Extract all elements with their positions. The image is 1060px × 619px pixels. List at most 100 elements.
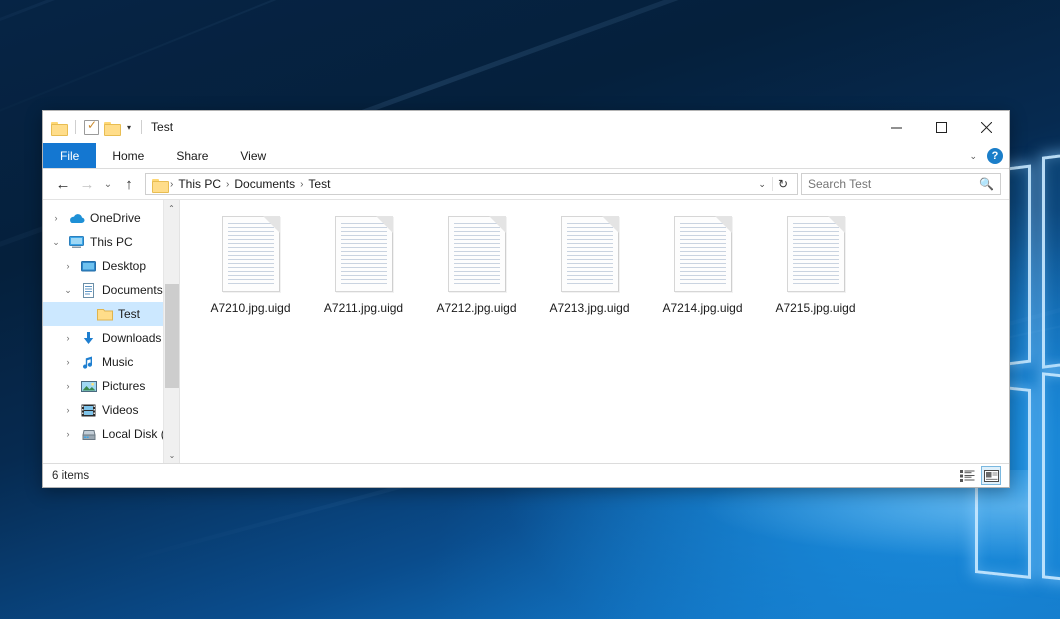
search-input[interactable] — [808, 177, 979, 191]
file-list-pane[interactable]: A7210.jpg.uigd A7211.jpg.uigd — [179, 200, 1009, 463]
address-bar[interactable]: › This PC › Documents › Test ⌄ ↻ — [145, 173, 798, 195]
file-item[interactable]: A7212.jpg.uigd — [420, 214, 533, 326]
document-icon — [787, 216, 845, 292]
file-name: A7212.jpg.uigd — [436, 301, 516, 315]
breadcrumb: › This PC › Documents › Test — [150, 177, 752, 191]
large-icons-view-button[interactable] — [981, 466, 1001, 485]
chevron-down-icon[interactable]: ⌄ — [969, 151, 977, 162]
sidebar-item-label: Test — [118, 307, 140, 321]
sidebar-item-downloads[interactable]: › Downloads — [43, 326, 179, 350]
chevron-down-icon[interactable]: ⌄ — [49, 237, 63, 248]
tab-share[interactable]: Share — [160, 143, 224, 168]
sidebar-scrollbar[interactable]: ⌃ ⌄ — [163, 200, 179, 463]
sidebar-item-label: Pictures — [102, 379, 145, 393]
file-name: A7211.jpg.uigd — [324, 301, 403, 315]
document-fold — [263, 216, 280, 233]
document-icon — [222, 216, 280, 292]
sidebar-item-label: Documents — [102, 283, 163, 297]
divider — [75, 120, 76, 134]
sidebar-item-test[interactable]: Test — [43, 302, 179, 326]
search-icon[interactable]: 🔍 — [979, 177, 994, 191]
chevron-right-icon[interactable]: › — [61, 429, 75, 439]
music-icon — [80, 354, 97, 370]
sidebar-item-onedrive[interactable]: › OneDrive — [43, 206, 179, 230]
file-item[interactable]: A7210.jpg.uigd — [194, 214, 307, 326]
help-icon[interactable]: ? — [987, 148, 1003, 164]
desktop: ▾ Test File Home Share View — [0, 0, 1060, 619]
quick-access-toolbar: ▾ — [43, 120, 145, 135]
sidebar-item-videos[interactable]: › Videos — [43, 398, 179, 422]
ribbon-right-controls: ⌄ ? — [969, 143, 1003, 169]
maximize-button[interactable] — [919, 111, 964, 143]
file-item[interactable]: A7211.jpg.uigd — [307, 214, 420, 326]
breadcrumb-item-test[interactable]: Test — [303, 177, 335, 191]
file-explorer-window: ▾ Test File Home Share View — [42, 110, 1010, 488]
recent-locations-button[interactable]: ⌄ — [99, 172, 117, 196]
chevron-down-icon[interactable]: ⌄ — [752, 179, 772, 190]
document-fold — [376, 216, 393, 233]
sidebar-item-desktop[interactable]: › Desktop — [43, 254, 179, 278]
sidebar-item-label: Music — [102, 355, 133, 369]
status-bar: 6 items — [43, 463, 1009, 487]
scroll-up-icon[interactable]: ⌃ — [164, 200, 179, 216]
chevron-right-icon[interactable]: › — [61, 261, 75, 271]
file-name: A7210.jpg.uigd — [210, 301, 290, 315]
window-controls — [874, 111, 1009, 143]
chevron-down-icon[interactable]: ▾ — [125, 123, 133, 132]
folder-icon[interactable] — [51, 121, 67, 134]
sidebar-item-local-disk[interactable]: › Local Disk (C:) — [43, 422, 179, 446]
sidebar-item-label: OneDrive — [90, 211, 141, 225]
sidebar-item-label: Desktop — [102, 259, 146, 273]
file-item[interactable]: A7214.jpg.uigd — [646, 214, 759, 326]
details-view-button[interactable] — [957, 466, 977, 485]
local-disk-icon — [80, 426, 97, 442]
document-icon — [335, 216, 393, 292]
minimize-button[interactable] — [874, 111, 919, 143]
desktop-icon — [80, 258, 97, 274]
breadcrumb-item-documents[interactable]: Documents — [229, 177, 300, 191]
scroll-down-icon[interactable]: ⌄ — [164, 447, 179, 463]
this-pc-icon — [68, 234, 85, 250]
chevron-right-icon[interactable]: › — [61, 381, 75, 391]
sidebar-item-label: This PC — [90, 235, 133, 249]
folder-icon[interactable] — [152, 178, 168, 191]
close-button[interactable] — [964, 111, 1009, 143]
document-fold — [489, 216, 506, 233]
document-icon — [561, 216, 619, 292]
sidebar-item-label: Videos — [102, 403, 138, 417]
chevron-right-icon[interactable]: › — [49, 213, 63, 223]
videos-icon — [80, 402, 97, 418]
tab-home[interactable]: Home — [96, 143, 160, 168]
scrollbar-thumb[interactable] — [165, 284, 179, 388]
sidebar-item-this-pc[interactable]: ⌄ This PC — [43, 230, 179, 254]
sidebar-item-music[interactable]: › Music — [43, 350, 179, 374]
tab-view[interactable]: View — [224, 143, 282, 168]
search-box[interactable]: 🔍 — [801, 173, 1001, 195]
chevron-right-icon[interactable]: › — [61, 333, 75, 343]
file-name: A7213.jpg.uigd — [549, 301, 629, 315]
document-icon — [448, 216, 506, 292]
item-count-label: 6 items — [52, 470, 89, 482]
chevron-right-icon[interactable]: › — [61, 357, 75, 367]
new-folder-icon[interactable] — [104, 121, 120, 134]
chevron-down-icon[interactable]: ⌄ — [61, 285, 75, 296]
navigation-pane: › OneDrive ⌄ This PC › — [43, 200, 179, 463]
breadcrumb-item-this-pc[interactable]: This PC — [173, 177, 226, 191]
sidebar-item-pictures[interactable]: › Pictures — [43, 374, 179, 398]
up-button[interactable]: ↑ — [117, 172, 141, 196]
sidebar-item-documents[interactable]: ⌄ Documents — [43, 278, 179, 302]
ribbon-tabs: File Home Share View ⌄ ? — [43, 143, 1009, 169]
back-button[interactable]: ← — [51, 172, 75, 196]
address-bar-controls: ⌄ ↻ — [752, 177, 793, 191]
properties-icon[interactable] — [84, 120, 99, 135]
explorer-body: › OneDrive ⌄ This PC › — [43, 199, 1009, 463]
refresh-icon[interactable]: ↻ — [772, 177, 793, 191]
forward-button[interactable]: → — [75, 172, 99, 196]
address-bar-row: ← → ⌄ ↑ › This PC › Documents › Test ⌄ ↻ — [43, 169, 1009, 199]
file-item[interactable]: A7215.jpg.uigd — [759, 214, 872, 326]
tab-file[interactable]: File — [43, 143, 96, 168]
chevron-right-icon[interactable]: › — [61, 405, 75, 415]
file-name: A7215.jpg.uigd — [775, 301, 855, 315]
file-item[interactable]: A7213.jpg.uigd — [533, 214, 646, 326]
view-mode-buttons — [957, 466, 1001, 485]
